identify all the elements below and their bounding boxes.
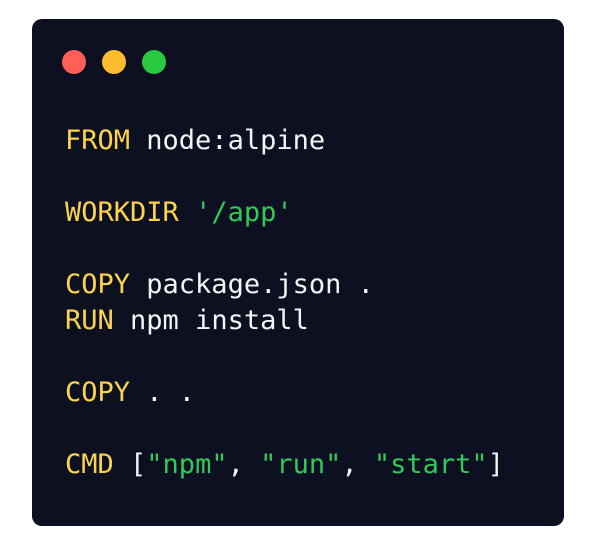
string-literal: '/app' [195, 197, 293, 228]
code-line-cmd: CMD ["npm", "run", "start"] [65, 447, 504, 483]
code-text: . . [130, 377, 196, 408]
code-text: , [341, 449, 374, 480]
keyword: FROM [65, 125, 131, 156]
maximize-dot-icon[interactable] [142, 50, 166, 74]
keyword: COPY [65, 377, 131, 408]
minimize-dot-icon[interactable] [102, 50, 126, 74]
code-text: node:alpine [130, 125, 326, 156]
window-controls [62, 50, 166, 74]
code-text: ] [487, 449, 504, 480]
code-card: FROM node:alpine WORKDIR '/app' COPY packa… [32, 19, 564, 526]
keyword: CMD [65, 449, 114, 480]
close-dot-icon[interactable] [62, 50, 86, 74]
string-literal: "run" [260, 449, 342, 480]
keyword: COPY [65, 269, 131, 300]
code-text: , [227, 449, 261, 480]
code-line-run: RUN npm install [65, 303, 504, 339]
dockerfile-code: FROM node:alpine WORKDIR '/app' COPY packa… [65, 123, 504, 483]
string-literal: "npm" [146, 449, 228, 480]
string-literal: "start" [373, 449, 488, 480]
code-text: package.json . [130, 269, 374, 300]
code-line-copy-package: COPY package.json . [65, 267, 504, 303]
code-line-copy-all: COPY . . [65, 375, 504, 411]
code-line-from: FROM node:alpine [65, 123, 504, 159]
code-text: [ [113, 449, 147, 480]
keyword: RUN [65, 305, 114, 336]
code-line-workdir: WORKDIR '/app' [65, 195, 504, 231]
code-text: npm install [113, 305, 309, 336]
keyword: WORKDIR [65, 197, 179, 228]
